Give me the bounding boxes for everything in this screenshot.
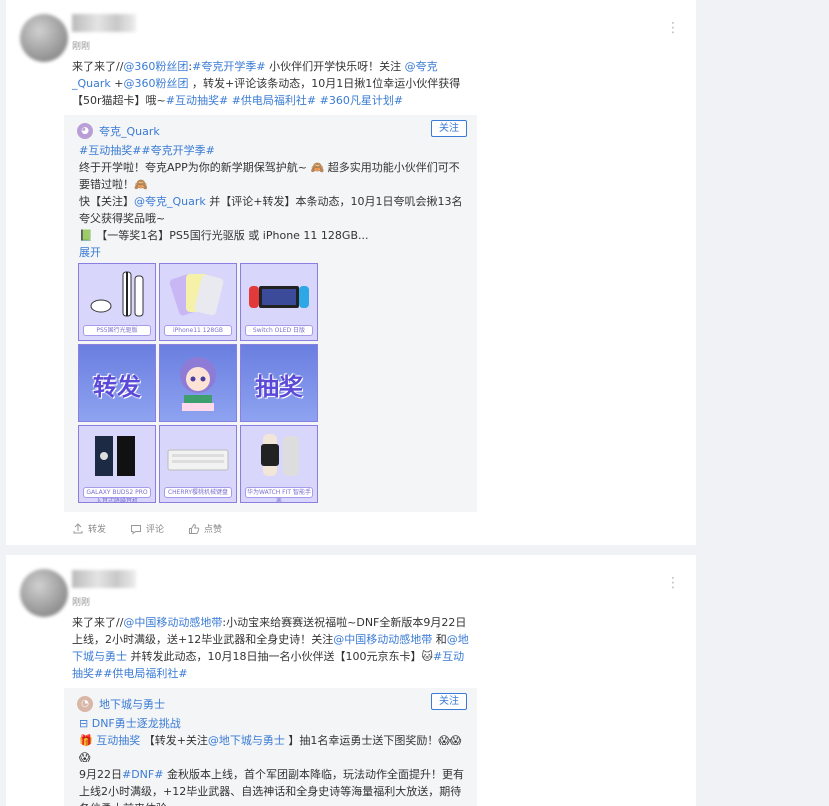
line-4-prefix: 9月22日 xyxy=(79,768,122,781)
repost-author-avatar[interactable]: ◔ xyxy=(77,696,93,712)
mention-link[interactable]: @地下城与勇士 xyxy=(208,734,285,747)
comment-label: 评论 xyxy=(146,525,165,535)
grid-image[interactable]: 转发 xyxy=(78,344,156,422)
action-bar: 转发 评论 点赞 xyxy=(72,522,222,535)
repost-line-3: 📗 【一等奖1名】PS5国行光驱版 或 iPhone 11 128GB... xyxy=(79,229,369,242)
like-button[interactable]: 点赞 xyxy=(188,522,222,535)
text-segment: 来了来了// xyxy=(72,60,124,73)
avatar[interactable] xyxy=(20,569,68,617)
topic-label[interactable]: DNF勇士逐龙挑战 xyxy=(92,717,181,730)
text-segment: 来了来了// xyxy=(72,616,124,629)
comment-icon xyxy=(131,524,142,535)
gift-icon: 🎁 xyxy=(79,734,93,747)
grid-caption: PS5国行光驱版 xyxy=(83,325,151,336)
reposted-post[interactable]: ◕ 夸克_Quark 关注 #互动抽奖##夸克开学季# 终于开学啦！夸克APP为… xyxy=(64,115,477,512)
follow-button[interactable]: 关注 xyxy=(431,120,467,137)
grid-word: 抽奖 xyxy=(255,373,303,401)
grid-caption: GALAXY BUDS2 PRO 入耳式降噪耳机 xyxy=(83,487,151,502)
post-card: 刚刚 ⋮ 来了来了//@中国移动动感地带:小动宝来给赛赛送祝福啦~DNF全新版本… xyxy=(6,555,696,806)
grid-caption: 华为WATCH FIT 智能手表 xyxy=(245,487,313,502)
repost-button[interactable]: 转发 xyxy=(72,522,106,535)
grid-image[interactable]: iPhone11 128GB xyxy=(159,263,237,341)
grid-caption: iPhone11 128GB xyxy=(164,325,232,336)
repost-author-avatar[interactable]: ◕ xyxy=(77,123,93,139)
grid-image[interactable]: PS5国行光驱版 xyxy=(78,263,156,341)
username-blurred[interactable] xyxy=(72,14,136,32)
repost-line-2: 快【关注】@夸克_Quark 并【评论+转发】本条动态，10月1日夸叽会揪13名… xyxy=(79,193,469,227)
repost-label: 转发 xyxy=(88,525,107,535)
inline-link[interactable]: #夸克开学季# xyxy=(192,60,265,73)
repost-line-1: 终于开学啦！夸克APP为你的新学期保驾护航~ 🙈 超多实用功能小伙伴们可不要错过… xyxy=(79,161,460,191)
grid-image[interactable]: 华为WATCH FIT 智能手表 xyxy=(240,425,318,503)
post-time: 刚刚 xyxy=(72,598,91,608)
image-grid: PS5国行光驱版 iPhone11 128GB Switch OLED 日版转发 抽奖… xyxy=(78,263,318,503)
topic-link[interactable]: ⊟ DNF勇士逐龙挑战 xyxy=(79,715,469,732)
post-text: 来了来了//@360粉丝团:#夸克开学季# 小伙伴们开学快乐呀！关注 @夸克_Q… xyxy=(72,58,472,109)
lottery-text-a: 【转发+关注 xyxy=(140,734,208,747)
repost-author-name[interactable]: 地下城与勇士 xyxy=(99,696,165,712)
repost-line-4: 9月22日#DNF# 金秋版本上线，首个军团副本降临，玩法动作全面提升！更有上线… xyxy=(79,766,469,806)
repost-author-name[interactable]: 夸克_Quark xyxy=(99,123,160,139)
more-options-icon[interactable]: ⋮ xyxy=(666,21,680,35)
repost-tags[interactable]: #互动抽奖##夸克开学季# xyxy=(79,142,469,159)
thumbs-up-icon xyxy=(189,523,200,534)
grid-caption: CHERRY樱桃机械键盘 xyxy=(164,487,232,498)
text-segment: + xyxy=(110,77,124,90)
inline-link[interactable]: #360凡星计划# xyxy=(320,94,403,107)
grid-word: 转发 xyxy=(93,373,141,401)
mention-link[interactable]: @夸克_Quark xyxy=(134,195,206,208)
inline-link[interactable]: @360粉丝团 xyxy=(123,60,188,73)
reposted-post[interactable]: ◔ 地下城与勇士 关注 ⊟ DNF勇士逐龙挑战 🎁 互动抽奖 【转发+关注@地下… xyxy=(64,688,477,806)
comment-button[interactable]: 评论 xyxy=(130,522,164,535)
hashtag-link[interactable]: #DNF# xyxy=(122,768,163,781)
topic-icon: ⊟ xyxy=(79,717,89,730)
text-segment: 和 xyxy=(432,633,447,646)
follow-button[interactable]: 关注 xyxy=(431,693,467,710)
grid-caption: Switch OLED 日版 xyxy=(245,325,313,336)
avatar[interactable] xyxy=(20,14,68,62)
inline-link[interactable]: @中国移动动感地带 xyxy=(123,616,222,629)
username-blurred[interactable] xyxy=(72,570,136,588)
repost-line-2-prefix: 快【关注】 xyxy=(79,195,134,208)
inline-link[interactable]: @中国移动动感地带 xyxy=(333,633,432,646)
inline-link[interactable]: #供电局福利社# xyxy=(232,94,316,107)
lottery-link[interactable]: 互动抽奖 xyxy=(96,734,140,747)
inline-link[interactable]: #互动抽奖# xyxy=(166,94,228,107)
grid-image[interactable] xyxy=(159,344,237,422)
inline-link[interactable]: @360粉丝团 xyxy=(123,77,188,90)
like-label: 点赞 xyxy=(204,525,223,535)
grid-image[interactable]: 抽奖 xyxy=(240,344,318,422)
grid-image[interactable]: GALAXY BUDS2 PRO 入耳式降噪耳机 xyxy=(78,425,156,503)
text-segment: 并转发此动态，10月18日抽一名小伙伴送【100元京东卡】🐱 xyxy=(127,650,433,663)
share-icon xyxy=(73,522,83,533)
post-card: 刚刚 ⋮ 来了来了//@360粉丝团:#夸克开学季# 小伙伴们开学快乐呀！关注 … xyxy=(6,0,696,545)
lottery-line: 🎁 互动抽奖 【转发+关注@地下城与勇士 】抽1名幸运勇士送下图奖励！😱😱😱 xyxy=(79,732,469,766)
grid-image[interactable]: CHERRY樱桃机械键盘 xyxy=(159,425,237,503)
post-text: 来了来了//@中国移动动感地带:小动宝来给赛赛送祝福啦~DNF全新版本9月22日… xyxy=(72,614,472,682)
text-segment: 小伙伴们开学快乐呀！关注 xyxy=(265,60,405,73)
post-time: 刚刚 xyxy=(72,42,91,52)
more-options-icon[interactable]: ⋮ xyxy=(666,576,680,590)
expand-link[interactable]: 展开 xyxy=(79,244,469,261)
grid-image[interactable]: Switch OLED 日版 xyxy=(240,263,318,341)
